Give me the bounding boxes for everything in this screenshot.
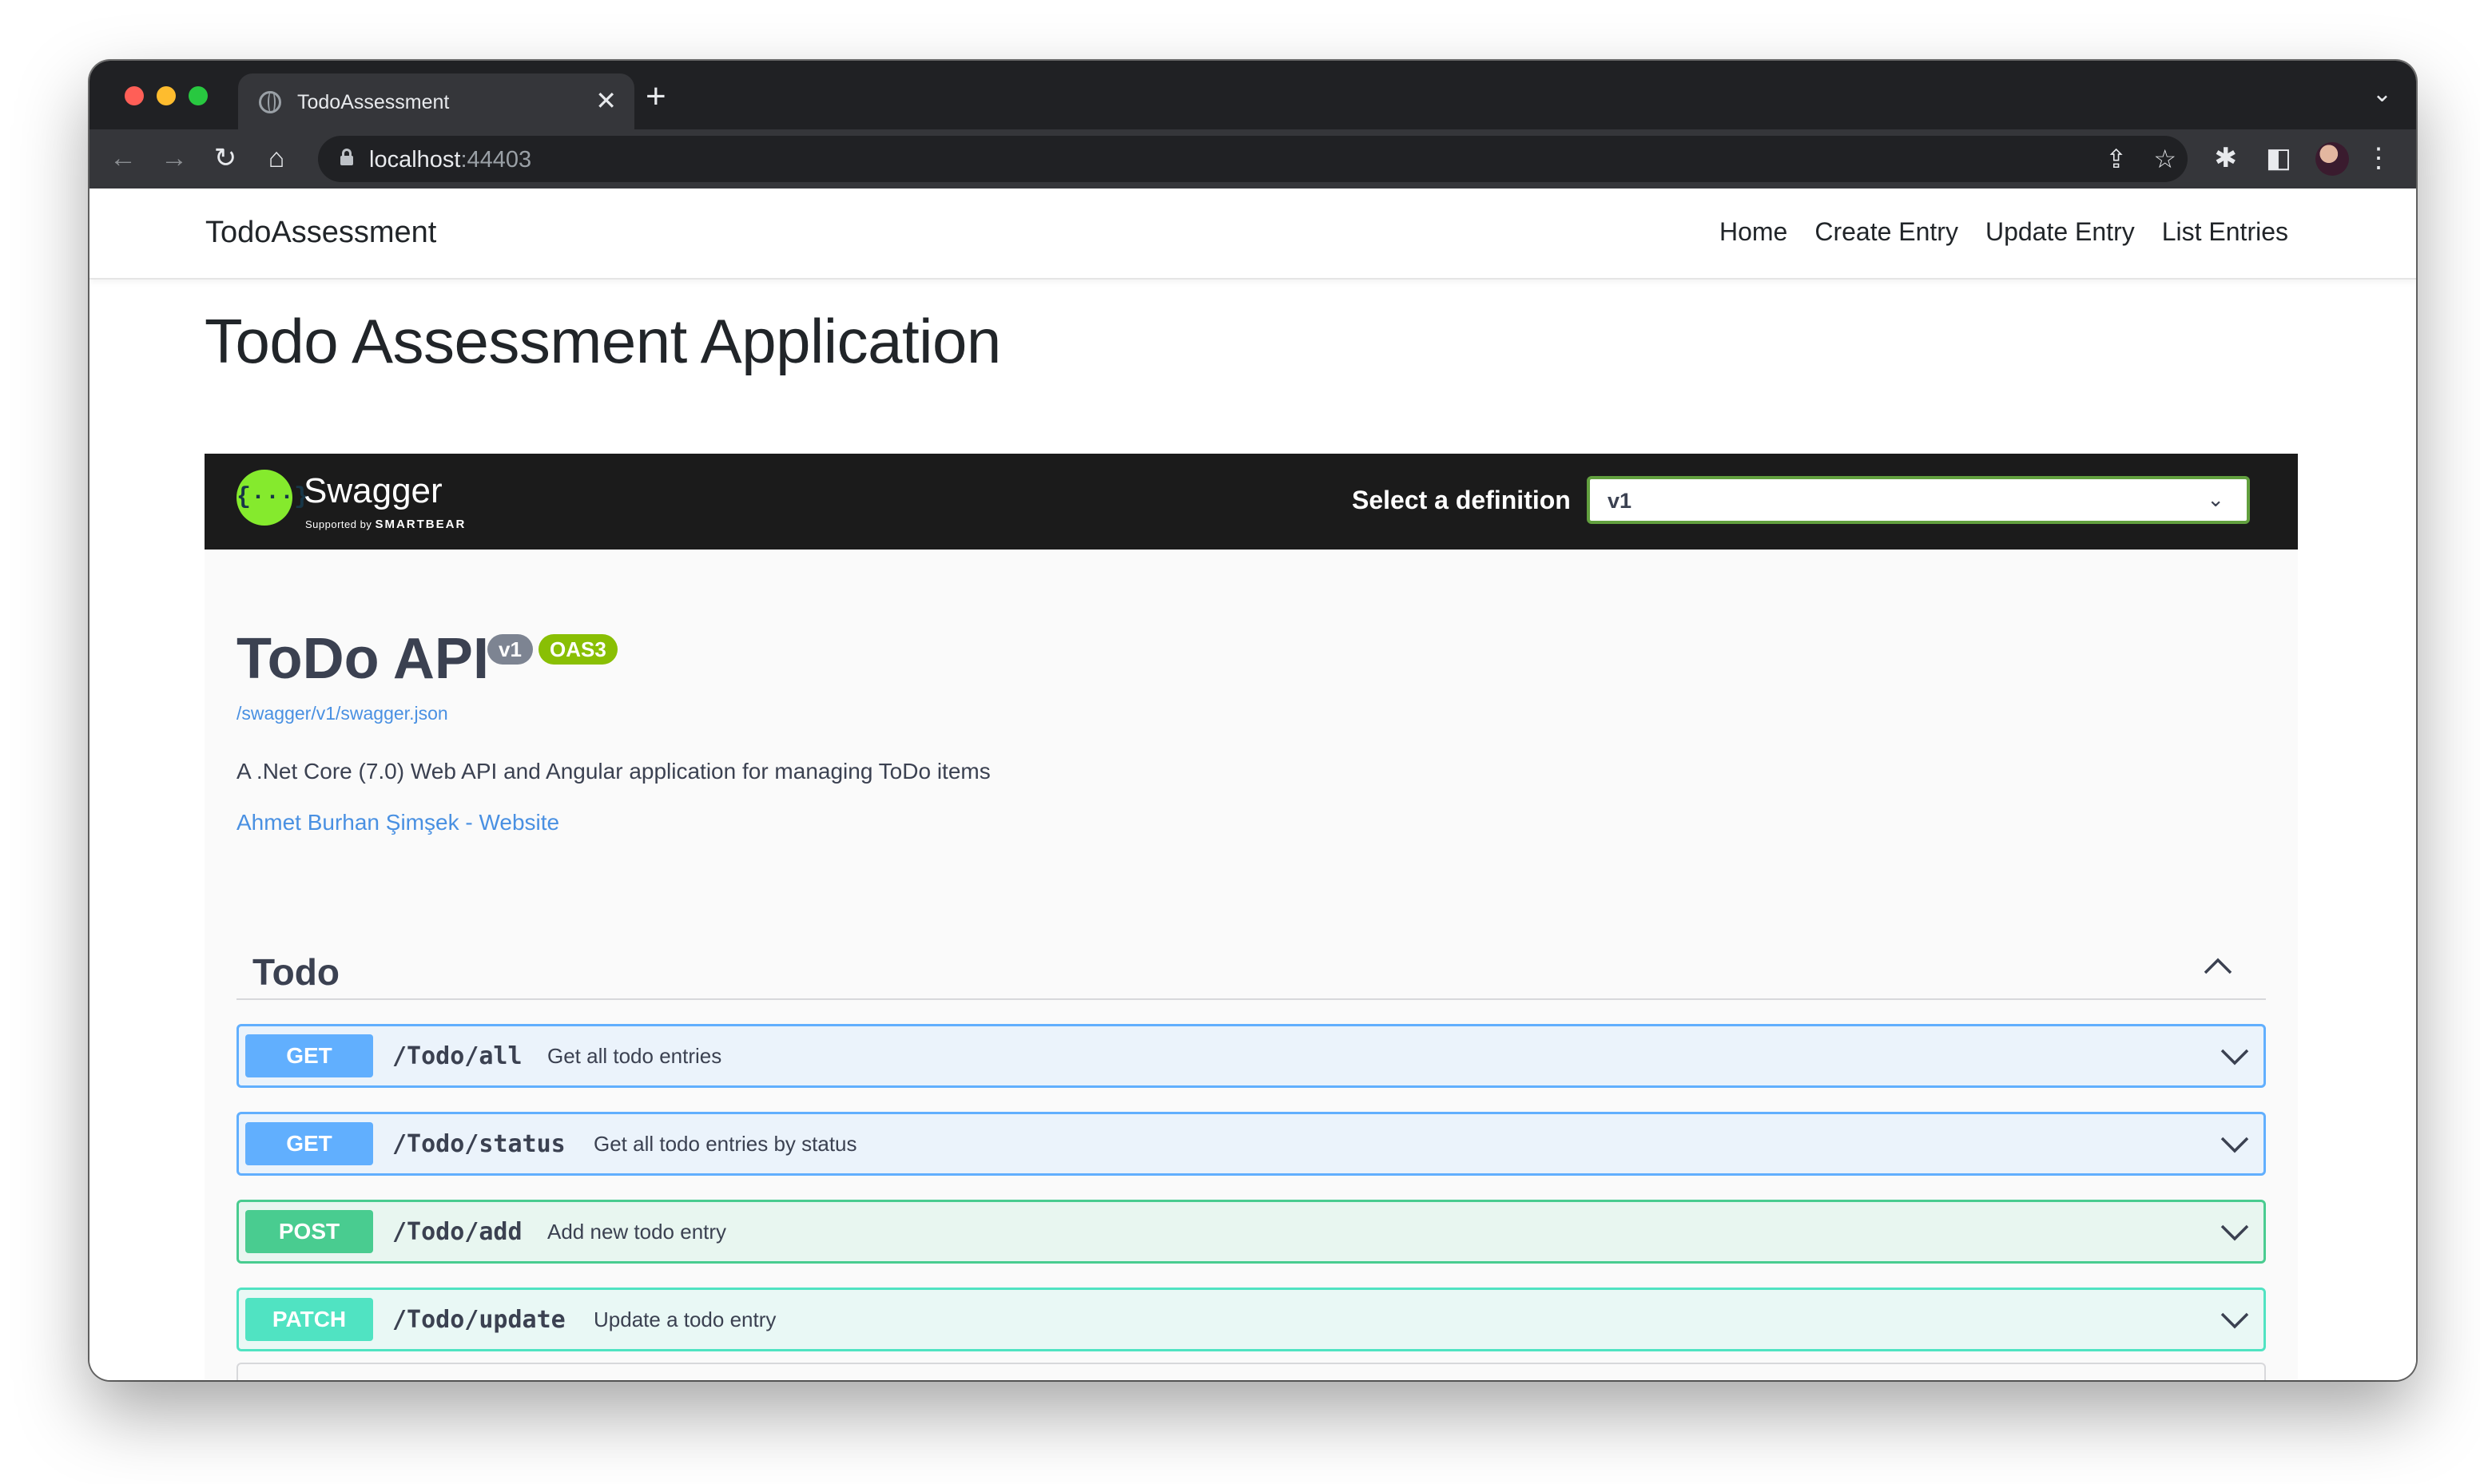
chevron-up-icon[interactable] bbox=[2202, 954, 2232, 978]
chevron-down-icon[interactable] bbox=[2219, 1044, 2251, 1072]
close-window-button[interactable] bbox=[125, 86, 144, 105]
operation-summary: Get all todo entries bbox=[547, 1044, 722, 1068]
browser-toolbar: ← → ↻ ⌂ localhost:44403 ⇪ ☆ ✱ ◧ ⋮ bbox=[89, 129, 2416, 188]
new-tab-button[interactable]: + bbox=[646, 77, 666, 117]
oas-badge: OAS3 bbox=[539, 634, 618, 665]
tab-close-icon[interactable]: ✕ bbox=[595, 86, 617, 115]
tab-search-chevron-icon[interactable]: ⌄ bbox=[2372, 80, 2392, 108]
swagger-logo-text[interactable]: Swagger bbox=[304, 471, 443, 511]
nav-links: Home Create Entry Update Entry List Entr… bbox=[1719, 217, 2288, 247]
operation-path: /Todo/add bbox=[392, 1218, 523, 1246]
tab-title: TodoAssessment bbox=[297, 91, 450, 113]
swagger-logo-subtitle: Supported by SMARTBEAR bbox=[305, 518, 467, 531]
home-icon[interactable]: ⌂ bbox=[259, 141, 294, 176]
page-title: Todo Assessment Application bbox=[205, 306, 1001, 376]
method-badge: PATCH bbox=[245, 1298, 373, 1341]
operation-summary: Add new todo entry bbox=[547, 1220, 727, 1244]
maximize-window-button[interactable] bbox=[189, 86, 208, 105]
operation-post-todo-add[interactable]: POST /Todo/add Add new todo entry bbox=[236, 1200, 2266, 1264]
nav-update-entry-link[interactable]: Update Entry bbox=[1985, 217, 2135, 247]
back-arrow-icon[interactable]: ← bbox=[105, 141, 141, 176]
extensions-puzzle-icon[interactable]: ✱ bbox=[2215, 141, 2238, 176]
profile-avatar[interactable] bbox=[2315, 142, 2349, 176]
tag-section-header[interactable]: Todo bbox=[236, 933, 2266, 1000]
nav-create-entry-link[interactable]: Create Entry bbox=[1814, 217, 1958, 247]
operation-summary: Get all todo entries by status bbox=[594, 1132, 857, 1156]
operation-patch-todo-update[interactable]: PATCH /Todo/update Update a todo entry bbox=[236, 1288, 2266, 1351]
definition-select-label: Select a definition bbox=[1352, 486, 1571, 514]
contact-link[interactable]: Ahmet Burhan Şimşek - Website bbox=[236, 810, 559, 835]
chevron-down-icon[interactable] bbox=[2219, 1132, 2251, 1160]
nav-home-link[interactable]: Home bbox=[1719, 217, 1787, 247]
operation-path: /Todo/update bbox=[392, 1306, 566, 1334]
method-badge: GET bbox=[245, 1122, 373, 1165]
operation-get-todo-status[interactable]: GET /Todo/status Get all todo entries by… bbox=[236, 1112, 2266, 1176]
tab-strip: TodoAssessment ✕ + ⌄ bbox=[89, 61, 2416, 129]
lock-icon[interactable] bbox=[340, 149, 353, 165]
share-icon[interactable]: ⇪ bbox=[2105, 144, 2127, 174]
schemas-section[interactable] bbox=[236, 1363, 2266, 1380]
address-bar[interactable]: localhost:44403 ⇪ ☆ bbox=[318, 136, 2188, 182]
chevron-down-icon[interactable] bbox=[2219, 1220, 2251, 1248]
reload-icon[interactable]: ↻ bbox=[208, 141, 243, 176]
swagger-ui: {···} Swagger Supported by SMARTBEAR Sel… bbox=[205, 454, 2298, 1380]
bookmark-star-icon[interactable]: ☆ bbox=[2153, 144, 2176, 174]
method-badge: POST bbox=[245, 1210, 373, 1253]
definition-select-value: v1 bbox=[1608, 489, 1632, 513]
browser-window: TodoAssessment ✕ + ⌄ ← → ↻ ⌂ localhost:4… bbox=[89, 61, 2416, 1380]
definition-select[interactable]: v1 ⌄ bbox=[1587, 476, 2250, 524]
globe-icon bbox=[259, 91, 281, 113]
chevron-down-icon: ⌄ bbox=[2207, 487, 2224, 511]
page-content: TodoAssessment Home Create Entry Update … bbox=[89, 188, 2416, 1380]
chevron-down-icon[interactable] bbox=[2219, 1307, 2251, 1335]
operation-path: /Todo/status bbox=[392, 1130, 566, 1158]
method-badge: GET bbox=[245, 1034, 373, 1077]
browser-tab[interactable]: TodoAssessment ✕ bbox=[238, 73, 634, 129]
nav-list-entries-link[interactable]: List Entries bbox=[2162, 217, 2288, 247]
minimize-window-button[interactable] bbox=[157, 86, 176, 105]
app-navbar: TodoAssessment Home Create Entry Update … bbox=[89, 188, 2416, 280]
api-title: ToDo API bbox=[236, 627, 489, 691]
app-brand[interactable]: TodoAssessment bbox=[205, 216, 436, 250]
url-text[interactable]: localhost:44403 bbox=[369, 147, 531, 173]
operation-path: /Todo/all bbox=[392, 1042, 523, 1070]
side-panel-icon[interactable]: ◧ bbox=[2266, 141, 2291, 176]
swagger-logo-icon[interactable]: {···} bbox=[236, 470, 308, 526]
tag-name: Todo bbox=[252, 951, 340, 993]
kebab-menu-icon[interactable]: ⋮ bbox=[2365, 141, 2392, 176]
operation-get-todo-all[interactable]: GET /Todo/all Get all todo entries bbox=[236, 1024, 2266, 1088]
forward-arrow-icon[interactable]: → bbox=[157, 141, 192, 176]
operation-summary: Update a todo entry bbox=[594, 1307, 777, 1331]
swagger-topbar: {···} Swagger Supported by SMARTBEAR Sel… bbox=[205, 454, 2298, 550]
api-description: A .Net Core (7.0) Web API and Angular ap… bbox=[236, 759, 991, 784]
spec-url-link[interactable]: /swagger/v1/swagger.json bbox=[236, 703, 448, 724]
version-badge: v1 bbox=[487, 634, 533, 665]
